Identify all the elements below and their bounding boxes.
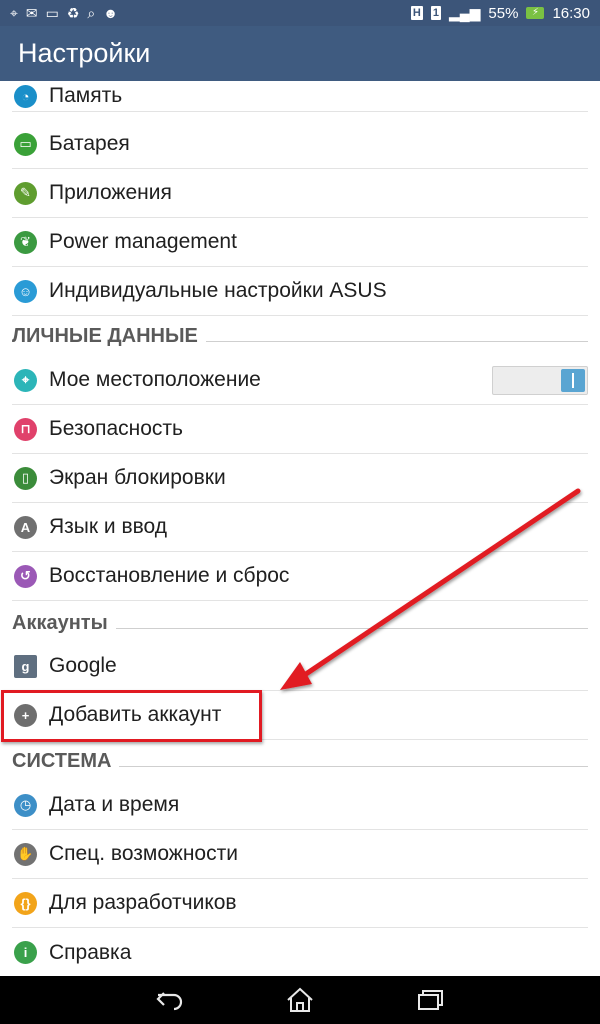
settings-item-label: Экран блокировки (49, 466, 226, 489)
battery-icon: ▭ (14, 132, 37, 156)
apps-icon: ✎ (14, 181, 37, 205)
settings-item-developer[interactable]: {} Для разработчиков (12, 879, 588, 928)
google-icon: g (14, 654, 37, 678)
settings-list[interactable]: ◔ Память ▭ Батарея ✎ Приложения ❦ Power … (0, 81, 600, 976)
section-title: СИСТЕМА (12, 749, 112, 772)
settings-item-label: Индивидуальные настройки ASUS (49, 279, 387, 302)
clock-icon: ◷ (14, 793, 37, 817)
settings-item-google[interactable]: g Google (12, 642, 588, 691)
settings-item-label: Для разработчиков (49, 891, 237, 914)
action-bar: Настройки (0, 26, 600, 81)
settings-item-storage[interactable]: ◔ Память (12, 81, 588, 112)
settings-item-apps[interactable]: ✎ Приложения (12, 169, 588, 218)
settings-item-label: Google (49, 654, 117, 677)
settings-item-language[interactable]: A Язык и ввод (12, 503, 588, 552)
settings-item-label: Приложения (49, 181, 172, 204)
section-divider (115, 627, 588, 629)
android-icon: ☻ (103, 5, 118, 21)
navigation-bar (0, 976, 600, 1024)
notification-icons: ⌖ ✉ ▭ ♻ ⌕ ☻ (10, 6, 118, 20)
status-bar: ⌖ ✉ ▭ ♻ ⌕ ☻ H 1 ▂▄▆ 55% ⚡ 16:30 (0, 0, 600, 26)
recents-icon (418, 990, 443, 1010)
settings-item-add-account[interactable]: + Добавить аккаунт (12, 691, 588, 740)
settings-item-help[interactable]: i Справка (12, 928, 588, 976)
section-header-accounts: Аккаунты (12, 606, 588, 640)
signal-icon: ▂▄▆ (448, 5, 481, 21)
location-icon: ⌖ (14, 368, 37, 392)
toggle-thumb (561, 369, 585, 392)
backup-icon: ↺ (14, 564, 37, 588)
settings-item-battery[interactable]: ▭ Батарея (12, 120, 588, 169)
accessibility-icon: ✋ (14, 842, 37, 866)
section-header-system: СИСТЕМА (12, 744, 588, 778)
settings-item-label: Добавить аккаунт (49, 703, 222, 726)
settings-item-label: Power management (49, 230, 237, 253)
recycle-icon: ♻ (66, 5, 80, 21)
battery-percent: 55% (488, 4, 519, 22)
settings-item-power-management[interactable]: ❦ Power management (12, 218, 588, 267)
settings-item-date-time[interactable]: ◷ Дата и время (12, 781, 588, 830)
developer-icon: {} (14, 891, 37, 915)
home-icon (287, 987, 313, 1012)
asus-settings-icon: ☺ (14, 279, 37, 303)
add-icon: + (14, 703, 37, 727)
location-toggle[interactable] (492, 366, 588, 395)
network-type: H (410, 6, 423, 20)
settings-item-asus-settings[interactable]: ☺ Индивидуальные настройки ASUS (12, 267, 588, 316)
settings-item-label: Восстановление и сброс (49, 564, 290, 587)
lock-icon: ⊓ (14, 417, 37, 441)
settings-item-accessibility[interactable]: ✋ Спец. возможности (12, 830, 588, 879)
section-title: ЛИЧНЫЕ ДАННЫЕ (12, 324, 198, 347)
settings-item-label: Дата и время (49, 793, 180, 816)
system-indicators: H 1 ▂▄▆ 55% ⚡ 16:30 (410, 4, 590, 22)
settings-item-label: Батарея (49, 132, 130, 155)
settings-item-label: Справка (49, 940, 132, 964)
lock-screen-icon: ▯ (14, 466, 37, 490)
settings-item-label: Язык и ввод (49, 515, 168, 538)
help-icon: i (14, 941, 37, 964)
recents-button[interactable] (405, 982, 455, 1018)
page-title: Настройки (18, 38, 151, 68)
section-header-personal: ЛИЧНЫЕ ДАННЫЕ (12, 319, 588, 353)
sim-slot: 1 (430, 6, 441, 20)
storage-icon: ◔ (14, 84, 37, 108)
settings-item-label: Спец. возможности (49, 842, 238, 865)
back-button[interactable] (145, 982, 195, 1018)
settings-item-label: Безопасность (49, 417, 183, 440)
message-icon: ✉ (25, 5, 38, 21)
battery-charging-icon: ⚡ (526, 7, 545, 19)
settings-item-security[interactable]: ⊓ Безопасность (12, 405, 588, 454)
gps-icon: ⌖ (10, 5, 18, 21)
clock-time: 16:30 (552, 4, 590, 22)
home-button[interactable] (275, 982, 325, 1018)
settings-item-location[interactable]: ⌖ Мое местоположение (12, 356, 588, 405)
settings-item-label: Мое местоположение (49, 368, 261, 391)
language-icon: A (14, 515, 37, 539)
section-divider (119, 765, 588, 767)
mail-icon: ▭ (45, 5, 59, 21)
back-icon (156, 992, 183, 1011)
search-icon: ⌕ (87, 5, 96, 21)
power-management-icon: ❦ (14, 230, 37, 254)
section-title: Аккаунты (12, 611, 108, 634)
settings-item-lock-screen[interactable]: ▯ Экран блокировки (12, 454, 588, 503)
section-divider (205, 340, 588, 342)
settings-item-label: Память (49, 84, 123, 107)
settings-item-backup-reset[interactable]: ↺ Восстановление и сброс (12, 552, 588, 601)
